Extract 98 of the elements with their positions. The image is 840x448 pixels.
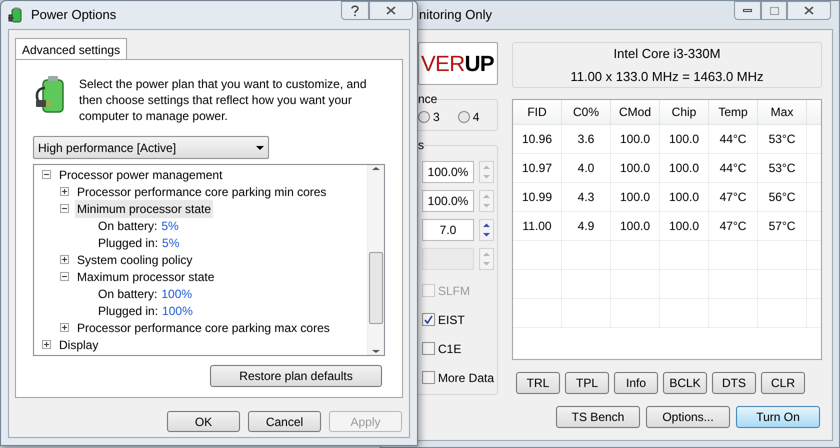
checkbox[interactable] <box>422 313 435 326</box>
setting-label: Plugged in: <box>98 302 158 320</box>
radio-button[interactable] <box>418 111 430 123</box>
column-header[interactable]: Max <box>758 100 807 124</box>
setting-label: Plugged in: <box>98 234 158 252</box>
table-cell-text: 100.0 <box>668 131 700 148</box>
number-field[interactable]: 7.0 <box>422 219 474 241</box>
expand-icon[interactable] <box>42 340 51 349</box>
tree-item[interactable]: Display <box>57 336 100 354</box>
table-cell-text: 100.0 <box>620 131 650 148</box>
tool-button[interactable]: TPL <box>565 372 609 394</box>
table-cell-text: 100.0 <box>620 218 650 235</box>
tool-button[interactable]: Info <box>614 372 658 394</box>
checkbox-label: SLFM <box>438 282 470 300</box>
tree-item[interactable]: Processor performance core parking min cores <box>75 182 328 200</box>
column-header[interactable]: C0% <box>562 100 611 124</box>
description-text: Select the power plan that you want to customize, and then choose settings that reflect how you want your computer to manage power. <box>79 76 368 124</box>
close-icon <box>804 6 814 15</box>
expand-icon[interactable] <box>60 255 69 264</box>
collapse-icon[interactable] <box>60 204 69 213</box>
tree-item[interactable]: Processor performance core parking max cores <box>75 318 332 336</box>
checkbox[interactable] <box>422 371 435 384</box>
table-cell-text: 10.97 <box>522 160 552 177</box>
setting-label: On battery: <box>98 286 158 302</box>
scrollbar[interactable] <box>367 165 384 355</box>
number-field[interactable]: 100.0% <box>422 161 474 183</box>
tab[interactable]: Advanced settings <box>15 38 128 60</box>
radio-label: 3 <box>433 109 440 126</box>
table-cell-text: 100.0 <box>668 160 700 177</box>
tree-item[interactable]: Minimum processor state <box>75 200 214 218</box>
table-cell-text: 44°C <box>720 160 746 177</box>
tree-item[interactable]: Maximum processor state <box>75 268 216 286</box>
dropdown-value: High performance [Active] <box>38 140 176 156</box>
expand-icon[interactable] <box>60 187 69 196</box>
setting-label: On battery: <box>98 218 158 234</box>
column-header[interactable]: CMod <box>611 100 660 124</box>
logo-text: UP <box>464 50 494 78</box>
window-title: Power Options <box>31 6 116 24</box>
table-cell-text: 56°C <box>768 189 796 206</box>
tree-item[interactable]: Processor power management <box>57 166 224 184</box>
tool-button[interactable]: DTS <box>712 372 756 394</box>
setting-value[interactable]: 100% <box>162 302 193 320</box>
setting-value[interactable]: 5% <box>162 234 180 252</box>
column-header[interactable]: Chip <box>660 100 709 124</box>
column-header[interactable]: Temp <box>709 100 758 124</box>
checkbox-label: More Data <box>438 370 494 386</box>
close-button[interactable] <box>369 1 413 20</box>
radio-label: 4 <box>472 109 480 126</box>
spin-buttons[interactable] <box>479 219 494 241</box>
column-header[interactable]: FID <box>513 100 562 124</box>
table-cell-text: 47°C <box>720 218 746 235</box>
window-title: nitoring Only <box>419 6 492 24</box>
table-cell-text: 57°C <box>768 218 796 235</box>
table-cell-text: 44°C <box>720 131 746 148</box>
collapse-icon[interactable] <box>42 170 51 179</box>
table-cell-text: 4.9 <box>578 218 594 235</box>
table-cell-text: 100.0 <box>668 218 700 235</box>
action-button[interactable]: Turn On <box>736 406 820 428</box>
table-cell-text: 11.00 <box>522 218 552 235</box>
table-cell-text: 3.6 <box>578 131 594 148</box>
setting-value[interactable]: 100% <box>161 284 192 302</box>
tool-button[interactable]: BCLK <box>663 372 707 394</box>
setting-value[interactable]: 5% <box>161 216 179 234</box>
tree-item[interactable]: System cooling policy <box>75 250 194 268</box>
table-cell-text: 100.0 <box>668 189 700 206</box>
restore-defaults-button[interactable]: Restore plan defaults <box>210 365 382 387</box>
checkbox-label: EIST <box>438 312 465 328</box>
table-cell-text: 100.0 <box>620 160 650 177</box>
radio-button[interactable] <box>458 111 470 123</box>
help-button[interactable] <box>341 1 369 20</box>
minimize-button[interactable] <box>734 1 761 20</box>
tool-button[interactable]: TRL <box>516 372 560 394</box>
checkbox-label: C1E <box>438 340 462 358</box>
help-icon <box>351 4 359 16</box>
table-cell-text: 53°C <box>768 160 796 177</box>
caret-icon <box>256 146 264 150</box>
plan-dropdown[interactable]: High performance [Active] <box>33 136 269 159</box>
table-cell-text: 53°C <box>768 131 796 148</box>
close-button[interactable] <box>787 1 831 20</box>
cpu-frequency: 11.00 x 133.0 MHz = 1463.0 MHz <box>570 68 764 86</box>
number-field[interactable]: 100.0% <box>422 190 474 212</box>
action-button[interactable]: TS Bench <box>556 406 640 428</box>
logo-text: VER <box>421 50 465 78</box>
dialog-button[interactable]: Cancel <box>248 411 321 432</box>
cpu-name: Intel Core i3-330M <box>614 44 720 62</box>
table-cell-text: 4.0 <box>578 160 594 177</box>
table-cell-text: 47°C <box>720 189 746 206</box>
table-cell-text: 4.3 <box>578 189 594 206</box>
close-icon <box>386 6 396 15</box>
table-cell-text: 10.99 <box>522 189 552 206</box>
dialog-button[interactable]: OK <box>167 411 240 432</box>
table-cell-text: 10.96 <box>522 131 552 148</box>
action-button[interactable]: Options... <box>646 406 730 428</box>
expand-icon[interactable] <box>60 323 69 332</box>
collapse-icon[interactable] <box>60 272 69 281</box>
tool-button[interactable]: CLR <box>761 372 805 394</box>
checkbox[interactable] <box>422 342 435 355</box>
table-cell-text: 100.0 <box>620 189 650 206</box>
